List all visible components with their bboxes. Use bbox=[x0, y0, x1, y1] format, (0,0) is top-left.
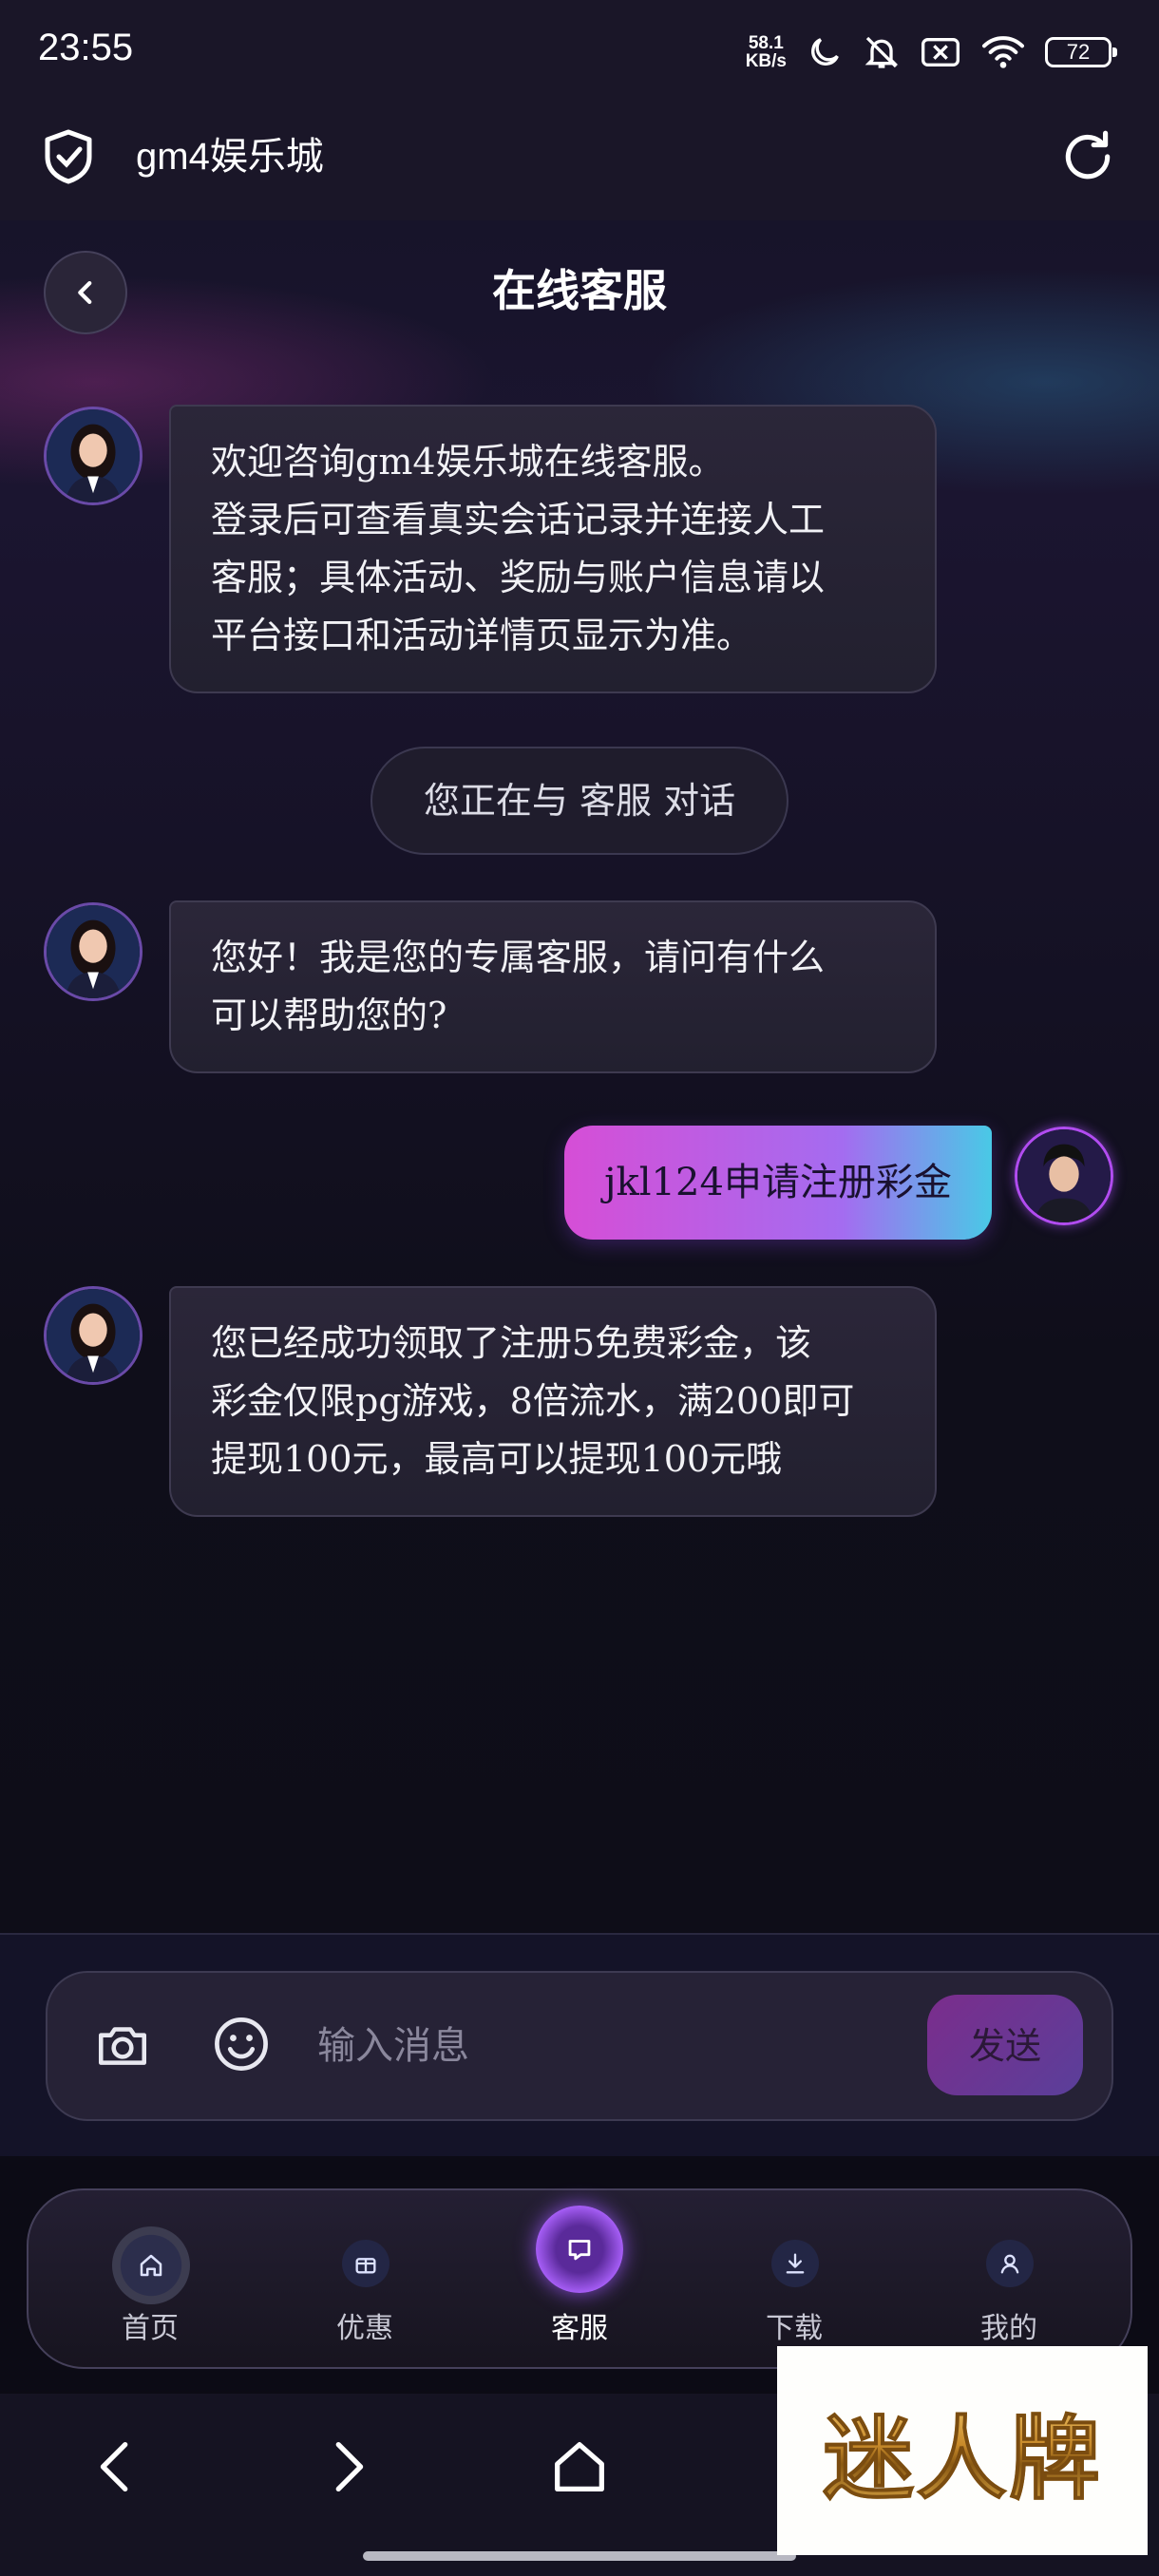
agent-avatar bbox=[44, 407, 142, 505]
message-line: 客服；具体活动、奖励与账户信息请以 bbox=[211, 557, 826, 598]
moon-icon bbox=[811, 38, 839, 66]
home-icon bbox=[112, 2226, 190, 2304]
tab-label: 下载 bbox=[766, 2313, 823, 2344]
tab-label: 客服 bbox=[551, 2313, 608, 2344]
gesture-home-indicator[interactable] bbox=[363, 2551, 796, 2561]
user-message: jkl124申请注册彩金 bbox=[564, 1126, 992, 1240]
net-speed-unit: KB/s bbox=[745, 51, 787, 71]
reload-icon[interactable] bbox=[1058, 127, 1117, 186]
send-button[interactable]: 发送 bbox=[927, 1995, 1083, 2095]
download-icon bbox=[771, 2240, 819, 2287]
message-line: 您好！我是您的专属客服，请问有什么 bbox=[211, 937, 826, 978]
home-outline-icon[interactable] bbox=[546, 2434, 613, 2500]
message-input[interactable] bbox=[315, 2012, 889, 2080]
message-line: 登录后可查看真实会话记录并连接人工 bbox=[211, 499, 826, 540]
message-line: 彩金仅限pg游戏，8倍流水，满200即可 bbox=[211, 1380, 855, 1422]
tab-customer-service[interactable]: 客服 bbox=[494, 2202, 665, 2363]
tab-label: 优惠 bbox=[336, 2313, 393, 2344]
back-arrow-icon[interactable] bbox=[84, 2434, 150, 2500]
chat-icon bbox=[536, 2206, 623, 2293]
sim-x-icon bbox=[922, 38, 960, 66]
net-speed-value: 58.1 bbox=[748, 33, 784, 53]
message-line: 您已经成功领取了注册5免费彩金，该 bbox=[211, 1322, 812, 1364]
wifi-icon bbox=[982, 36, 1024, 68]
agent-avatar bbox=[44, 1286, 142, 1385]
agent-message-3: 您已经成功领取了注册5免费彩金，该 彩金仅限pg游戏，8倍流水，满200即可 提… bbox=[169, 1286, 937, 1517]
message-line: 平台接口和活动详情页显示为准。 bbox=[211, 615, 753, 656]
agent-avatar bbox=[44, 902, 142, 1001]
page-title: 在线客服 bbox=[492, 265, 667, 316]
watermark-logo: 迷人牌 bbox=[777, 2346, 1148, 2555]
battery-icon: 72 bbox=[1045, 37, 1117, 67]
emoji-icon[interactable] bbox=[211, 2014, 272, 2074]
tab-promotions[interactable]: 优惠 bbox=[279, 2202, 450, 2363]
tab-download[interactable]: 下载 bbox=[709, 2202, 880, 2363]
browser-bar: gm4娱乐城 bbox=[0, 104, 1159, 220]
user-avatar bbox=[1015, 1127, 1113, 1225]
shield-check-icon[interactable] bbox=[42, 128, 95, 185]
bell-off-icon bbox=[864, 36, 899, 68]
clock: 23:55 bbox=[38, 27, 134, 68]
message-line: 可以帮助您的? bbox=[211, 994, 447, 1036]
system-notice: 您正在与 客服 对话 bbox=[370, 747, 788, 855]
forward-arrow-icon[interactable] bbox=[314, 2434, 380, 2500]
tab-home[interactable]: 首页 bbox=[65, 2202, 236, 2363]
camera-icon[interactable] bbox=[93, 2016, 152, 2074]
watermark-text: 迷人牌 bbox=[823, 2385, 1102, 2517]
user-icon bbox=[986, 2240, 1034, 2287]
status-bar: 23:55 58.1 KB/s 72 bbox=[0, 0, 1159, 104]
message-line: 欢迎咨询gm4娱乐城在线客服。 bbox=[211, 441, 725, 483]
tab-profile[interactable]: 我的 bbox=[923, 2202, 1094, 2363]
status-icons: 58.1 KB/s 72 bbox=[746, 27, 1117, 78]
gift-icon bbox=[342, 2240, 390, 2287]
agent-message-1: 欢迎咨询gm4娱乐城在线客服。 登录后可查看真实会话记录并连接人工 客服；具体活… bbox=[169, 405, 937, 693]
site-title: gm4娱乐城 bbox=[136, 136, 324, 178]
net-speed: 58.1 KB/s bbox=[746, 34, 787, 70]
battery-level: 72 bbox=[1066, 40, 1091, 64]
message-line: 提现100元，最高可以提现100元哦 bbox=[211, 1438, 783, 1480]
tab-label: 我的 bbox=[980, 2313, 1037, 2344]
tab-label: 首页 bbox=[122, 2313, 179, 2344]
agent-message-2: 您好！我是您的专属客服，请问有什么 可以帮助您的? bbox=[169, 900, 937, 1073]
